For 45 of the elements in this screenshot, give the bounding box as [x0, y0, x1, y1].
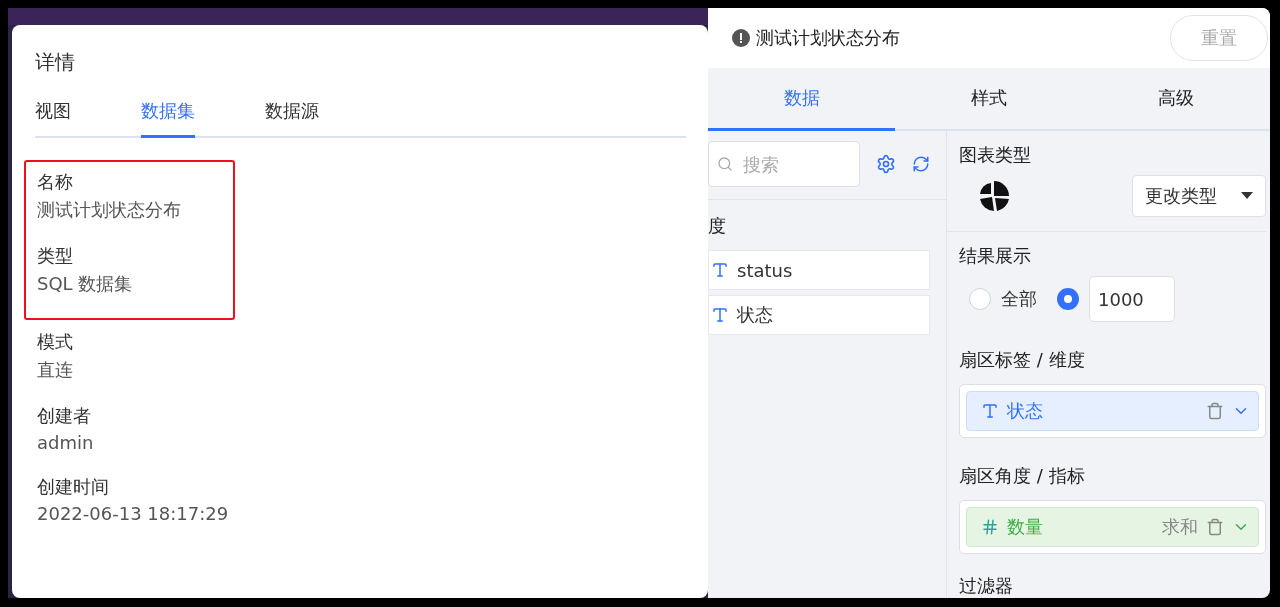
- trash-icon[interactable]: [1206, 402, 1224, 420]
- trash-icon[interactable]: [1206, 518, 1224, 536]
- radio-label: 全部: [1001, 287, 1037, 311]
- aggregate-label: 求和: [1162, 515, 1198, 539]
- hash-icon: [981, 518, 999, 536]
- field-value: admin: [37, 432, 95, 453]
- field-label: 类型: [37, 244, 74, 268]
- tab[interactable]: 数据源: [265, 99, 319, 138]
- field-chip[interactable]: 状态: [966, 391, 1259, 431]
- settings-icon[interactable]: [876, 154, 896, 174]
- field-label: 创建者: [37, 404, 92, 428]
- field-value: 直连: [37, 358, 74, 382]
- count-input[interactable]: 1000: [1089, 276, 1175, 322]
- chart-title: 测试计划状态分布: [756, 26, 901, 50]
- search-field[interactable]: 搜索: [708, 141, 860, 187]
- field-value: 2022-06-13 18:17:29: [37, 503, 230, 524]
- popover-title: 详情: [35, 49, 76, 76]
- tab[interactable]: 样式: [895, 68, 1083, 131]
- field-label: 名称: [37, 170, 74, 194]
- text-type-icon: [711, 306, 729, 324]
- pie-chart-icon: [977, 179, 1011, 213]
- change-type-select[interactable]: 更改类型: [1132, 175, 1266, 217]
- field-item[interactable]: status: [708, 250, 930, 290]
- tab[interactable]: 视图: [35, 99, 71, 138]
- info-icon: [732, 29, 750, 47]
- caret-icon: [1241, 192, 1253, 200]
- field-label: 创建时间: [37, 475, 110, 499]
- field-item[interactable]: 状态: [708, 295, 930, 335]
- text-type-icon: [711, 261, 729, 279]
- tab[interactable]: 数据: [708, 68, 896, 131]
- field-value: SQL 数据集: [37, 272, 134, 296]
- field-label: 模式: [37, 330, 74, 354]
- section-label: 过滤器: [959, 574, 1014, 598]
- section-label: 扇区角度 / 指标: [959, 464, 1086, 488]
- section-label: 图表类型: [959, 143, 1032, 167]
- text-type-icon: [981, 402, 999, 420]
- field-value: 测试计划状态分布: [37, 198, 182, 222]
- group-label: 度: [708, 214, 727, 238]
- refresh-icon[interactable]: [912, 155, 930, 173]
- search-icon: [717, 156, 733, 172]
- radio-button[interactable]: [1057, 288, 1079, 310]
- section-label: 扇区标签 / 维度: [959, 348, 1086, 372]
- section-label: 结果展示: [959, 244, 1032, 268]
- tab[interactable]: 高级: [1082, 68, 1270, 131]
- tab[interactable]: 数据集: [141, 99, 195, 138]
